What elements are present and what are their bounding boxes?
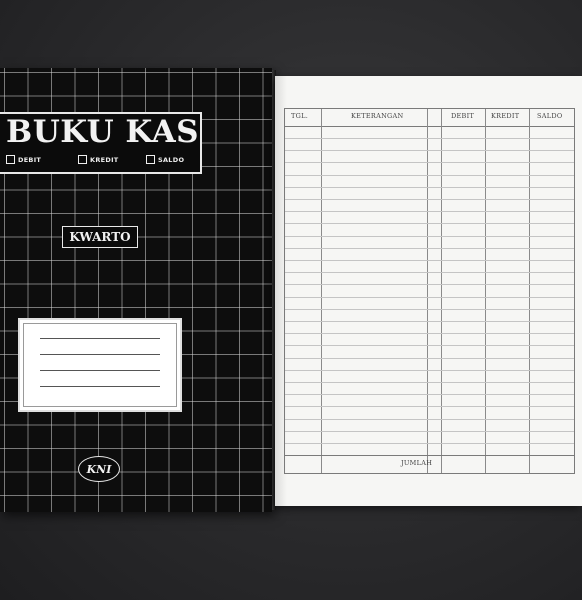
- name-label-box: [18, 318, 182, 412]
- ledger-row-rule: [285, 247, 574, 249]
- checkbox-icon: [6, 155, 15, 164]
- checkbox-icon: [78, 155, 87, 164]
- column-header-saldo: SALDO: [537, 112, 563, 120]
- option-saldo-label: SALDO: [158, 155, 185, 164]
- ledger-row-rule: [285, 260, 574, 261]
- column-header-keterangan: KETERANGAN: [351, 112, 404, 120]
- option-saldo: SALDO: [146, 155, 184, 164]
- label-line: [40, 338, 160, 339]
- ledger-row-rule: [285, 284, 574, 286]
- ledger-row-rule: [285, 406, 574, 408]
- column-header-debit: DEBIT: [451, 112, 475, 120]
- brand-logo-text: KNI: [86, 462, 112, 476]
- ledger-row-rule: [285, 345, 574, 347]
- ledger-row-rule: [285, 272, 574, 274]
- ledger-page: TGL. KETERANGAN DEBIT KREDIT SALDO JUMLA…: [275, 76, 582, 506]
- footer-rule: [285, 455, 574, 456]
- book-title: BUKU KAS: [6, 114, 200, 150]
- option-debit: DEBIT: [6, 155, 41, 164]
- ledger-row-rule: [285, 296, 574, 298]
- ledger-row-rule: [285, 235, 574, 237]
- ledger-total-label: JUMLAH: [401, 459, 433, 467]
- ledger-row-rule: [285, 223, 574, 225]
- ledger-row-rule: [285, 138, 574, 139]
- option-kredit: KREDIT: [78, 155, 119, 164]
- brand-logo: KNI: [78, 456, 120, 482]
- ledger-row-rule: [285, 150, 574, 152]
- title-panel: BUKU KAS DEBIT KREDIT SALDO: [0, 112, 202, 174]
- option-kredit-label: KREDIT: [90, 155, 119, 164]
- checkbox-icon: [146, 155, 155, 164]
- ledger-row-rule: [285, 308, 574, 310]
- ledger-row-rule: [285, 211, 574, 213]
- ledger-row-rule: [285, 162, 574, 164]
- ledger-row-rule: [285, 418, 574, 420]
- label-line: [40, 386, 160, 387]
- ledger-row-rule: [285, 357, 574, 359]
- column-header-tgl: TGL.: [291, 112, 309, 120]
- ledger-row-rule: [285, 443, 574, 444]
- ledger-row-rule: [285, 369, 574, 371]
- ledger-row-rule: [285, 394, 574, 396]
- label-line: [40, 354, 160, 355]
- option-debit-label: DEBIT: [18, 155, 42, 164]
- ledger-row-rule: [285, 174, 574, 176]
- ledger-table: TGL. KETERANGAN DEBIT KREDIT SALDO JUMLA…: [284, 108, 575, 474]
- label-line: [40, 370, 160, 371]
- book-cover: BUKU KAS DEBIT KREDIT SALDO KWARTO KNI: [0, 68, 276, 512]
- ledger-row-rule: [285, 430, 574, 432]
- ledger-row-rule: [285, 199, 574, 200]
- ledger-row-rule: [285, 186, 574, 188]
- ledger-row-rule: [285, 321, 574, 322]
- ledger-row-rule: [285, 382, 574, 383]
- column-header-kredit: KREDIT: [491, 112, 520, 120]
- ledger-row-rule: [285, 333, 574, 335]
- header-rule: [285, 126, 574, 127]
- size-badge: KWARTO: [62, 226, 138, 248]
